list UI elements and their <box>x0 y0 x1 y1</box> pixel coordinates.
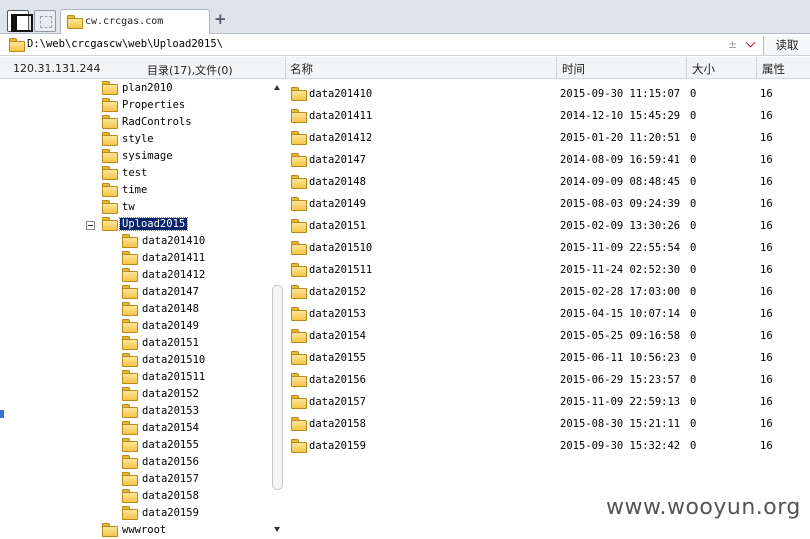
watermark: www.wooyun.org <box>606 495 801 520</box>
folder-icon <box>290 109 307 123</box>
folder-icon <box>290 175 307 189</box>
folder-icon <box>101 132 118 146</box>
folder-icon <box>121 370 138 384</box>
server-ip: 120.31.131.244 <box>13 62 101 75</box>
folder-tree: plan2010 Properties RadControls style sy… <box>0 80 285 539</box>
table-row[interactable]: data20149 2015-08-03 09:24:39 0 16 <box>286 192 810 214</box>
table-row[interactable]: data201511 2015-11-24 02:52:30 0 16 <box>286 258 810 280</box>
folder-icon <box>290 307 307 321</box>
folder-icon <box>121 404 138 418</box>
column-header-name[interactable]: 名称 <box>290 61 313 77</box>
folder-icon <box>121 285 138 299</box>
folder-icon <box>290 395 307 409</box>
dir-file-count: 目录(17),文件(0) <box>147 64 233 77</box>
sidebar-toggle-icon[interactable] <box>7 10 33 32</box>
table-row[interactable]: data20151 2015-02-09 13:30:26 0 16 <box>286 214 810 236</box>
folder-icon <box>290 197 307 211</box>
table-row[interactable]: data20155 2015-06-11 10:56:23 0 16 <box>286 346 810 368</box>
folder-icon <box>121 336 138 350</box>
tree-scrollbar[interactable] <box>270 80 285 539</box>
new-window-icon[interactable] <box>34 10 56 32</box>
scroll-thumb[interactable] <box>272 285 283 490</box>
file-list: data201410 2015-09-30 11:15:07 0 16 data201… <box>286 80 810 539</box>
read-button[interactable]: 读取 <box>763 36 810 55</box>
table-row[interactable]: data201510 2015-11-09 22:55:54 0 16 <box>286 236 810 258</box>
table-row[interactable]: data201412 2015-01-20 11:20:51 0 16 <box>286 126 810 148</box>
folder-icon <box>290 87 307 101</box>
folder-icon <box>290 153 307 167</box>
scroll-up-icon[interactable] <box>274 85 280 90</box>
scroll-down-icon[interactable] <box>274 527 280 532</box>
folder-icon <box>290 241 307 255</box>
table-row[interactable]: data20159 2015-09-30 15:32:42 0 16 <box>286 434 810 456</box>
table-row[interactable]: data20152 2015-02-28 17:03:00 0 16 <box>286 280 810 302</box>
folder-icon <box>101 81 118 95</box>
add-tab-button[interactable]: + <box>214 12 227 27</box>
edge-marker <box>0 410 4 418</box>
folder-icon <box>101 149 118 163</box>
column-divider <box>285 57 286 79</box>
tab-active[interactable]: cw.crcgas.com <box>60 9 210 34</box>
column-divider <box>556 57 557 79</box>
folder-icon <box>101 98 118 112</box>
folder-icon <box>121 489 138 503</box>
folder-icon <box>290 219 307 233</box>
folder-icon <box>101 166 118 180</box>
folder-icon <box>121 506 138 520</box>
folder-icon <box>121 319 138 333</box>
column-header-time[interactable]: 时间 <box>562 61 585 77</box>
folder-icon <box>121 251 138 265</box>
folder-icon <box>290 285 307 299</box>
plus-minus-icon[interactable]: ± <box>728 38 737 51</box>
column-header-attr[interactable]: 属性 <box>762 61 785 77</box>
folder-icon <box>101 217 118 231</box>
folder-icon <box>121 353 138 367</box>
column-divider <box>686 57 687 79</box>
folder-icon <box>101 200 118 214</box>
tree-collapse-toggle[interactable] <box>86 221 95 230</box>
chevron-down-icon[interactable] <box>745 37 757 51</box>
folder-icon <box>290 351 307 365</box>
table-row[interactable]: data20148 2014-09-09 08:48:45 0 16 <box>286 170 810 192</box>
folder-icon <box>121 438 138 452</box>
folder-icon <box>101 183 118 197</box>
folder-icon <box>290 373 307 387</box>
path-input[interactable]: D:\web\crcgascw\web\Upload2015\ <box>27 38 223 50</box>
folder-icon <box>290 131 307 145</box>
folder-icon <box>121 455 138 469</box>
table-row[interactable]: data201410 2015-09-30 11:15:07 0 16 <box>286 82 810 104</box>
table-row[interactable]: data20157 2015-11-09 22:59:13 0 16 <box>286 390 810 412</box>
folder-icon <box>66 15 83 29</box>
folder-icon <box>290 417 307 431</box>
list-header: 120.31.131.244 目录(17),文件(0) 名称 时间 大小 属性 <box>0 57 810 79</box>
folder-icon <box>101 115 118 129</box>
table-row[interactable]: data20156 2015-06-29 15:23:57 0 16 <box>286 368 810 390</box>
folder-icon <box>121 302 138 316</box>
folder-icon <box>121 472 138 486</box>
folder-icon <box>290 439 307 453</box>
folder-icon <box>121 268 138 282</box>
tab-title: cw.crcgas.com <box>85 16 164 27</box>
table-row[interactable]: data20147 2014-08-09 16:59:41 0 16 <box>286 148 810 170</box>
address-bar: D:\web\crcgascw\web\Upload2015\ ± 读取 <box>0 35 810 56</box>
folder-icon <box>121 234 138 248</box>
column-header-size[interactable]: 大小 <box>692 61 715 77</box>
tab-bar: cw.crcgas.com + <box>0 0 810 34</box>
folder-icon <box>121 387 138 401</box>
table-row[interactable]: data20158 2015-08-30 15:21:11 0 16 <box>286 412 810 434</box>
table-row[interactable]: data20153 2015-04-15 10:07:14 0 16 <box>286 302 810 324</box>
folder-icon <box>101 523 118 537</box>
folder-icon <box>8 38 25 52</box>
folder-icon <box>290 329 307 343</box>
folder-icon <box>290 263 307 277</box>
table-row[interactable]: data201411 2014-12-10 15:45:29 0 16 <box>286 104 810 126</box>
column-divider <box>756 57 757 79</box>
folder-icon <box>121 421 138 435</box>
table-row[interactable]: data20154 2015-05-25 09:16:58 0 16 <box>286 324 810 346</box>
